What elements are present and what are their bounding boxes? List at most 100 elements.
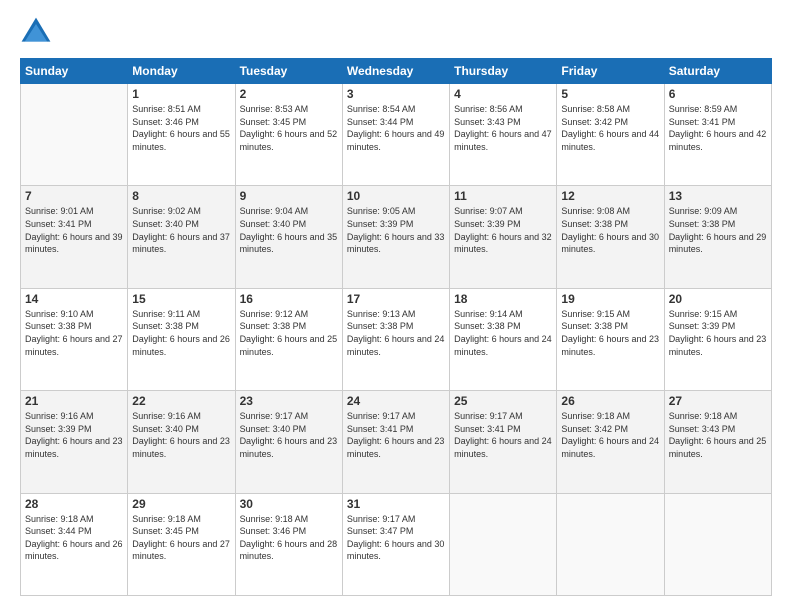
calendar-cell: 14 Sunrise: 9:10 AMSunset: 3:38 PMDayligh… xyxy=(21,288,128,390)
calendar-cell: 8 Sunrise: 9:02 AMSunset: 3:40 PMDaylight… xyxy=(128,186,235,288)
day-number: 14 xyxy=(25,292,123,306)
calendar-cell: 3Sunrise: 8:54 AMSunset: 3:44 PMDaylight… xyxy=(342,84,449,186)
day-number: 6 xyxy=(669,87,767,101)
calendar-cell: 31 Sunrise: 9:17 AMSunset: 3:47 PMDayligh… xyxy=(342,493,449,595)
calendar-cell xyxy=(450,493,557,595)
calendar-cell: 29 Sunrise: 9:18 AMSunset: 3:45 PMDayligh… xyxy=(128,493,235,595)
day-info: Sunrise: 9:16 AMSunset: 3:39 PMDaylight:… xyxy=(25,410,123,460)
day-number: 7 xyxy=(25,189,123,203)
day-info: Sunrise: 9:18 AMSunset: 3:44 PMDaylight:… xyxy=(25,513,123,563)
calendar-cell xyxy=(21,84,128,186)
day-number: 13 xyxy=(669,189,767,203)
day-number: 9 xyxy=(240,189,338,203)
calendar-cell xyxy=(664,493,771,595)
day-info: Sunrise: 9:02 AMSunset: 3:40 PMDaylight:… xyxy=(132,205,230,255)
weekday-header-row: SundayMondayTuesdayWednesdayThursdayFrid… xyxy=(21,59,772,84)
day-number: 5 xyxy=(561,87,659,101)
calendar-cell: 25 Sunrise: 9:17 AMSunset: 3:41 PMDayligh… xyxy=(450,391,557,493)
day-info: Sunrise: 9:13 AMSunset: 3:38 PMDaylight:… xyxy=(347,308,445,358)
calendar-cell: 30 Sunrise: 9:18 AMSunset: 3:46 PMDayligh… xyxy=(235,493,342,595)
calendar-cell: 26 Sunrise: 9:18 AMSunset: 3:42 PMDayligh… xyxy=(557,391,664,493)
day-info: Sunrise: 9:11 AMSunset: 3:38 PMDaylight:… xyxy=(132,308,230,358)
day-number: 25 xyxy=(454,394,552,408)
day-number: 26 xyxy=(561,394,659,408)
calendar-cell: 19 Sunrise: 9:15 AMSunset: 3:38 PMDayligh… xyxy=(557,288,664,390)
day-info: Sunrise: 9:01 AMSunset: 3:41 PMDaylight:… xyxy=(25,205,123,255)
day-number: 15 xyxy=(132,292,230,306)
logo xyxy=(20,16,58,48)
day-info: Sunrise: 9:17 AMSunset: 3:47 PMDaylight:… xyxy=(347,513,445,563)
calendar-table: SundayMondayTuesdayWednesdayThursdayFrid… xyxy=(20,58,772,596)
week-row-3: 14 Sunrise: 9:10 AMSunset: 3:38 PMDayligh… xyxy=(21,288,772,390)
calendar-cell: 27 Sunrise: 9:18 AMSunset: 3:43 PMDayligh… xyxy=(664,391,771,493)
calendar-cell: 7 Sunrise: 9:01 AMSunset: 3:41 PMDaylight… xyxy=(21,186,128,288)
day-number: 28 xyxy=(25,497,123,511)
day-number: 23 xyxy=(240,394,338,408)
day-info: Sunrise: 8:54 AMSunset: 3:44 PMDaylight:… xyxy=(347,103,445,153)
week-row-4: 21 Sunrise: 9:16 AMSunset: 3:39 PMDayligh… xyxy=(21,391,772,493)
weekday-header-thursday: Thursday xyxy=(450,59,557,84)
calendar-cell: 9 Sunrise: 9:04 AMSunset: 3:40 PMDaylight… xyxy=(235,186,342,288)
day-number: 17 xyxy=(347,292,445,306)
day-info: Sunrise: 9:10 AMSunset: 3:38 PMDaylight:… xyxy=(25,308,123,358)
day-number: 29 xyxy=(132,497,230,511)
weekday-header-tuesday: Tuesday xyxy=(235,59,342,84)
day-info: Sunrise: 9:07 AMSunset: 3:39 PMDaylight:… xyxy=(454,205,552,255)
day-info: Sunrise: 9:05 AMSunset: 3:39 PMDaylight:… xyxy=(347,205,445,255)
day-number: 10 xyxy=(347,189,445,203)
day-info: Sunrise: 9:18 AMSunset: 3:43 PMDaylight:… xyxy=(669,410,767,460)
day-info: Sunrise: 9:18 AMSunset: 3:42 PMDaylight:… xyxy=(561,410,659,460)
day-info: Sunrise: 9:17 AMSunset: 3:41 PMDaylight:… xyxy=(347,410,445,460)
calendar-cell: 24Sunrise: 9:17 AMSunset: 3:41 PMDayligh… xyxy=(342,391,449,493)
day-number: 31 xyxy=(347,497,445,511)
day-info: Sunrise: 9:09 AMSunset: 3:38 PMDaylight:… xyxy=(669,205,767,255)
calendar-cell: 1Sunrise: 8:51 AMSunset: 3:46 PMDaylight… xyxy=(128,84,235,186)
day-number: 19 xyxy=(561,292,659,306)
day-number: 1 xyxy=(132,87,230,101)
calendar-cell: 23Sunrise: 9:17 AMSunset: 3:40 PMDayligh… xyxy=(235,391,342,493)
day-number: 21 xyxy=(25,394,123,408)
day-number: 2 xyxy=(240,87,338,101)
day-info: Sunrise: 9:04 AMSunset: 3:40 PMDaylight:… xyxy=(240,205,338,255)
day-info: Sunrise: 9:15 AMSunset: 3:38 PMDaylight:… xyxy=(561,308,659,358)
day-info: Sunrise: 9:18 AMSunset: 3:46 PMDaylight:… xyxy=(240,513,338,563)
calendar-cell: 28 Sunrise: 9:18 AMSunset: 3:44 PMDayligh… xyxy=(21,493,128,595)
calendar-cell: 22Sunrise: 9:16 AMSunset: 3:40 PMDayligh… xyxy=(128,391,235,493)
day-number: 30 xyxy=(240,497,338,511)
page: SundayMondayTuesdayWednesdayThursdayFrid… xyxy=(0,0,792,612)
calendar-cell: 17 Sunrise: 9:13 AMSunset: 3:38 PMDayligh… xyxy=(342,288,449,390)
day-info: Sunrise: 9:15 AMSunset: 3:39 PMDaylight:… xyxy=(669,308,767,358)
weekday-header-sunday: Sunday xyxy=(21,59,128,84)
day-info: Sunrise: 9:12 AMSunset: 3:38 PMDaylight:… xyxy=(240,308,338,358)
week-row-5: 28 Sunrise: 9:18 AMSunset: 3:44 PMDayligh… xyxy=(21,493,772,595)
day-info: Sunrise: 9:18 AMSunset: 3:45 PMDaylight:… xyxy=(132,513,230,563)
weekday-header-saturday: Saturday xyxy=(664,59,771,84)
week-row-1: 1Sunrise: 8:51 AMSunset: 3:46 PMDaylight… xyxy=(21,84,772,186)
calendar-cell: 16 Sunrise: 9:12 AMSunset: 3:38 PMDayligh… xyxy=(235,288,342,390)
calendar-cell: 2 Sunrise: 8:53 AMSunset: 3:45 PMDaylight… xyxy=(235,84,342,186)
header xyxy=(20,16,772,48)
day-info: Sunrise: 9:14 AMSunset: 3:38 PMDaylight:… xyxy=(454,308,552,358)
calendar-cell: 15 Sunrise: 9:11 AMSunset: 3:38 PMDayligh… xyxy=(128,288,235,390)
day-info: Sunrise: 9:17 AMSunset: 3:41 PMDaylight:… xyxy=(454,410,552,460)
calendar-cell: 6 Sunrise: 8:59 AMSunset: 3:41 PMDaylight… xyxy=(664,84,771,186)
day-number: 16 xyxy=(240,292,338,306)
calendar-cell: 13 Sunrise: 9:09 AMSunset: 3:38 PMDayligh… xyxy=(664,186,771,288)
day-number: 27 xyxy=(669,394,767,408)
day-number: 20 xyxy=(669,292,767,306)
day-info: Sunrise: 8:56 AMSunset: 3:43 PMDaylight:… xyxy=(454,103,552,153)
weekday-header-friday: Friday xyxy=(557,59,664,84)
day-info: Sunrise: 8:53 AMSunset: 3:45 PMDaylight:… xyxy=(240,103,338,153)
calendar-cell: 5 Sunrise: 8:58 AMSunset: 3:42 PMDaylight… xyxy=(557,84,664,186)
calendar-cell: 18 Sunrise: 9:14 AMSunset: 3:38 PMDayligh… xyxy=(450,288,557,390)
day-info: Sunrise: 8:59 AMSunset: 3:41 PMDaylight:… xyxy=(669,103,767,153)
calendar-cell: 10 Sunrise: 9:05 AMSunset: 3:39 PMDayligh… xyxy=(342,186,449,288)
calendar-cell: 4 Sunrise: 8:56 AMSunset: 3:43 PMDaylight… xyxy=(450,84,557,186)
day-number: 4 xyxy=(454,87,552,101)
day-number: 12 xyxy=(561,189,659,203)
day-number: 18 xyxy=(454,292,552,306)
day-info: Sunrise: 8:58 AMSunset: 3:42 PMDaylight:… xyxy=(561,103,659,153)
day-number: 8 xyxy=(132,189,230,203)
day-info: Sunrise: 9:16 AMSunset: 3:40 PMDaylight:… xyxy=(132,410,230,460)
calendar-cell: 12Sunrise: 9:08 AMSunset: 3:38 PMDayligh… xyxy=(557,186,664,288)
